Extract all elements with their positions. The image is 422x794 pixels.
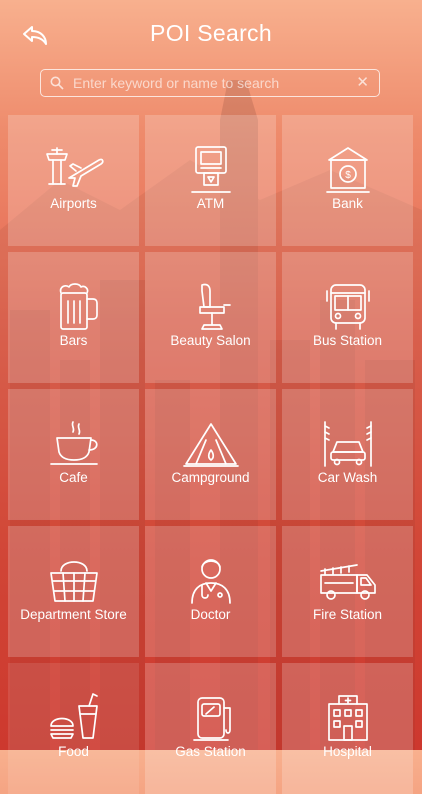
category-label: Cafe xyxy=(59,470,88,485)
category-label: Food xyxy=(58,744,89,759)
category-tile-airports[interactable]: Airports xyxy=(8,115,139,246)
category-tile-campground[interactable]: Campground xyxy=(145,389,276,520)
hospital-icon xyxy=(328,695,368,741)
category-label: Department Store xyxy=(20,607,127,622)
category-label: Car Wash xyxy=(317,470,378,485)
category-tile-gas-station[interactable]: Gas Station xyxy=(145,663,276,794)
category-tile-fire-station[interactable]: Fire Station xyxy=(282,526,413,657)
doctor-icon xyxy=(191,559,231,604)
salon-chair-icon xyxy=(199,283,231,330)
atm-icon xyxy=(191,146,231,193)
category-tile-car-wash[interactable]: Car Wash xyxy=(282,389,413,520)
svg-text:$: $ xyxy=(345,170,351,181)
category-label: Beauty Salon xyxy=(170,333,251,348)
coffee-cup-icon xyxy=(50,421,98,465)
tent-icon xyxy=(183,423,239,467)
category-tile-bars[interactable]: Bars xyxy=(8,252,139,383)
car-wash-icon xyxy=(324,421,372,467)
category-label: Bars xyxy=(59,333,88,348)
airport-icon xyxy=(46,147,104,187)
category-label: Hospital xyxy=(323,744,372,759)
bank-icon: $ xyxy=(326,147,370,193)
category-tile-doctor[interactable]: Doctor xyxy=(145,526,276,657)
category-tile-hospital[interactable]: Hospital xyxy=(282,663,413,794)
category-tile-atm[interactable]: ATM xyxy=(145,115,276,246)
category-label: Campground xyxy=(171,470,250,485)
category-label: Doctor xyxy=(190,607,231,622)
fast-food-icon xyxy=(50,693,98,739)
category-label: ATM xyxy=(196,196,225,211)
category-tile-cafe[interactable]: Cafe xyxy=(8,389,139,520)
category-label: Bank xyxy=(332,196,363,211)
category-label: Gas Station xyxy=(175,744,246,759)
shopping-basket-icon xyxy=(50,561,98,602)
category-tile-department-store[interactable]: Department Store xyxy=(8,526,139,657)
category-label: Bus Station xyxy=(312,333,383,348)
category-label: Fire Station xyxy=(312,607,383,622)
category-label: Airports xyxy=(50,196,97,211)
category-tile-bank[interactable]: $ Bank xyxy=(282,115,413,246)
beer-mug-icon xyxy=(59,283,98,330)
gas-pump-icon xyxy=(193,697,231,741)
fire-truck-icon xyxy=(320,564,376,600)
category-tile-beauty-salon[interactable]: Beauty Salon xyxy=(145,252,276,383)
poi-category-grid: Airports ATM $ Bank Bars Beauty Salon Bu… xyxy=(0,0,422,794)
category-tile-bus-station[interactable]: Bus Station xyxy=(282,252,413,383)
bus-icon xyxy=(326,284,370,330)
category-tile-food[interactable]: Food xyxy=(8,663,139,794)
